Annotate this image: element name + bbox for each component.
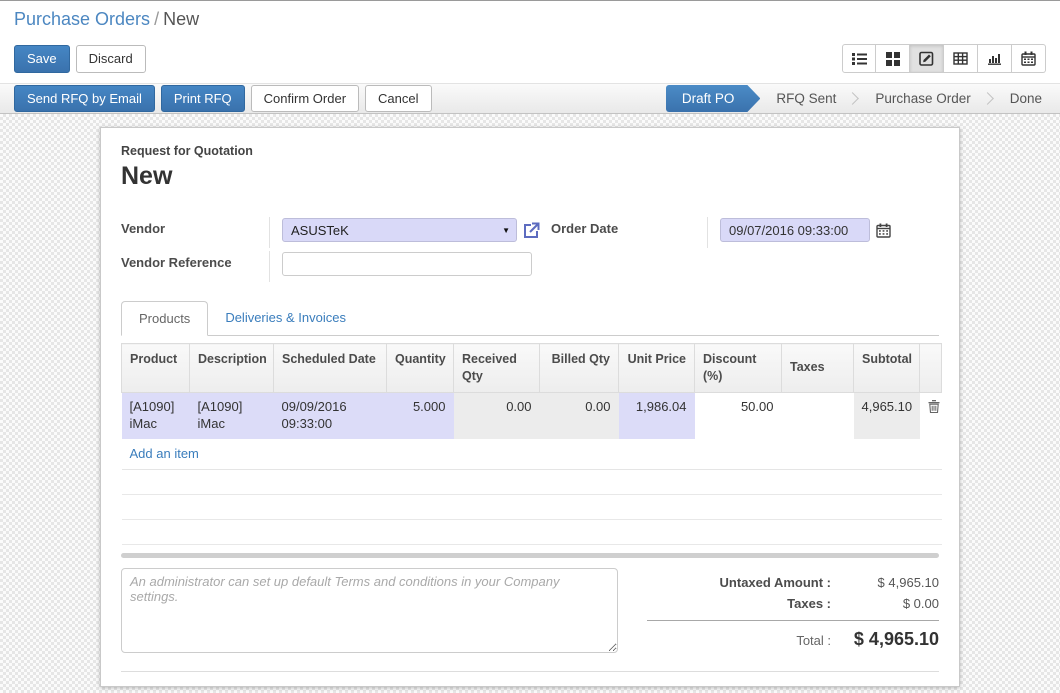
open-vendor-record-icon[interactable] bbox=[523, 222, 540, 239]
form-canvas: Request for Quotation New Vendor ASUSTeK… bbox=[0, 114, 1060, 693]
terms-and-conditions-textarea[interactable] bbox=[121, 568, 618, 653]
cell-discount[interactable]: 50.00 bbox=[695, 392, 782, 438]
page-title: New bbox=[121, 162, 939, 191]
order-lines-table: Product Description Scheduled Date Quant… bbox=[121, 343, 942, 545]
col-header-discount[interactable]: Discount (%) bbox=[695, 344, 782, 393]
cell-billed-qty: 0.00 bbox=[540, 392, 619, 438]
col-header-quantity[interactable]: Quantity bbox=[387, 344, 454, 393]
horizontal-scrollbar[interactable] bbox=[121, 553, 939, 558]
col-header-product[interactable]: Product bbox=[122, 344, 190, 393]
taxes-value: $ 0.00 bbox=[831, 596, 939, 611]
order-date-input[interactable] bbox=[720, 218, 870, 242]
col-header-received-qty[interactable]: Received Qty bbox=[454, 344, 540, 393]
status-bar: Draft PO RFQ Sent Purchase Order Done bbox=[666, 84, 1060, 113]
send-rfq-by-email-button[interactable]: Send RFQ by Email bbox=[14, 85, 155, 112]
table-header-row: Product Description Scheduled Date Quant… bbox=[122, 344, 942, 393]
pivot-view-icon[interactable] bbox=[944, 44, 978, 73]
untaxed-amount-label: Untaxed Amount : bbox=[647, 575, 831, 590]
cancel-button[interactable]: Cancel bbox=[365, 85, 431, 112]
sheet-bottom-divider bbox=[121, 671, 939, 672]
breadcrumb: Purchase Orders/New bbox=[14, 7, 1046, 30]
col-header-subtotal[interactable]: Subtotal bbox=[854, 344, 920, 393]
cell-taxes[interactable] bbox=[782, 392, 854, 438]
save-button[interactable]: Save bbox=[14, 45, 70, 73]
order-line-row[interactable]: [A1090] iMac [A1090] iMac 09/09/2016 09:… bbox=[122, 392, 942, 438]
list-view-icon[interactable] bbox=[842, 44, 876, 73]
cell-subtotal: 4,965.10 bbox=[854, 392, 920, 438]
view-switcher bbox=[842, 44, 1046, 73]
sheet-subtitle: Request for Quotation bbox=[121, 144, 939, 158]
col-header-unit-price[interactable]: Unit Price bbox=[619, 344, 695, 393]
vendor-select[interactable]: ASUSTeK ▼ bbox=[282, 218, 517, 242]
status-stage-purchase-order[interactable]: Purchase Order bbox=[859, 84, 986, 113]
col-header-taxes[interactable]: Taxes bbox=[782, 344, 854, 393]
cell-actions bbox=[920, 392, 942, 438]
empty-line-row[interactable] bbox=[122, 495, 942, 520]
action-bar: Send RFQ by Email Print RFQ Confirm Orde… bbox=[0, 83, 1060, 114]
sheet-footer: Untaxed Amount : $ 4,965.10 Taxes : $ 0.… bbox=[121, 568, 939, 653]
print-rfq-button[interactable]: Print RFQ bbox=[161, 85, 245, 112]
cell-description[interactable]: [A1090] iMac bbox=[190, 392, 274, 438]
tab-deliveries-invoices[interactable]: Deliveries & Invoices bbox=[208, 301, 363, 335]
total-value: $ 4,965.10 bbox=[831, 629, 939, 650]
vendor-reference-label: Vendor Reference bbox=[121, 251, 269, 270]
cell-scheduled-date[interactable]: 09/09/2016 09:33:00 bbox=[274, 392, 387, 438]
cell-received-qty: 0.00 bbox=[454, 392, 540, 438]
status-stage-done[interactable]: Done bbox=[994, 84, 1060, 113]
empty-line-row[interactable] bbox=[122, 520, 942, 545]
record-toolbar: Save Discard bbox=[14, 44, 1046, 73]
calendar-view-icon[interactable] bbox=[1012, 44, 1046, 73]
breadcrumb-purchase-orders[interactable]: Purchase Orders bbox=[14, 9, 150, 29]
vendor-label: Vendor bbox=[121, 217, 269, 236]
col-header-description[interactable]: Description bbox=[190, 344, 274, 393]
total-label: Total : bbox=[647, 633, 831, 648]
status-stage-rfq-sent[interactable]: RFQ Sent bbox=[760, 84, 852, 113]
kanban-view-icon[interactable] bbox=[876, 44, 910, 73]
cell-quantity[interactable]: 5.000 bbox=[387, 392, 454, 438]
breadcrumb-separator: / bbox=[150, 9, 163, 29]
totals-block: Untaxed Amount : $ 4,965.10 Taxes : $ 0.… bbox=[647, 568, 939, 653]
col-header-billed-qty[interactable]: Billed Qty bbox=[540, 344, 619, 393]
col-header-scheduled-date[interactable]: Scheduled Date bbox=[274, 344, 387, 393]
form-view-icon[interactable] bbox=[910, 44, 944, 73]
vendor-reference-input[interactable] bbox=[282, 252, 532, 276]
status-stage-draft-po[interactable]: Draft PO bbox=[666, 85, 761, 112]
taxes-label: Taxes : bbox=[647, 596, 831, 611]
dropdown-caret-icon: ▼ bbox=[502, 226, 510, 235]
graph-view-icon[interactable] bbox=[978, 44, 1012, 73]
breadcrumb-current: New bbox=[163, 9, 199, 29]
top-bar: Purchase Orders/New Save Discard bbox=[0, 1, 1060, 83]
empty-line-row[interactable] bbox=[122, 470, 942, 495]
tab-products[interactable]: Products bbox=[121, 301, 208, 336]
untaxed-amount-value: $ 4,965.10 bbox=[831, 575, 939, 590]
add-an-item-link[interactable]: Add an item bbox=[130, 446, 199, 461]
cell-unit-price[interactable]: 1,986.04 bbox=[619, 392, 695, 438]
vendor-selected-value: ASUSTeK bbox=[291, 223, 349, 238]
confirm-order-button[interactable]: Confirm Order bbox=[251, 85, 359, 112]
discard-button[interactable]: Discard bbox=[76, 45, 146, 73]
add-item-row: Add an item bbox=[122, 439, 942, 470]
cell-product[interactable]: [A1090] iMac bbox=[122, 392, 190, 438]
form-sheet: Request for Quotation New Vendor ASUSTeK… bbox=[100, 127, 960, 687]
notebook-tabs: Products Deliveries & Invoices bbox=[121, 301, 939, 336]
col-header-actions bbox=[920, 344, 942, 393]
delete-line-icon[interactable] bbox=[928, 400, 940, 413]
form-fields: Vendor ASUSTeK ▼ Vendor Reference bbox=[121, 217, 939, 285]
order-date-label: Order Date bbox=[551, 217, 707, 236]
calendar-icon[interactable] bbox=[876, 223, 891, 238]
